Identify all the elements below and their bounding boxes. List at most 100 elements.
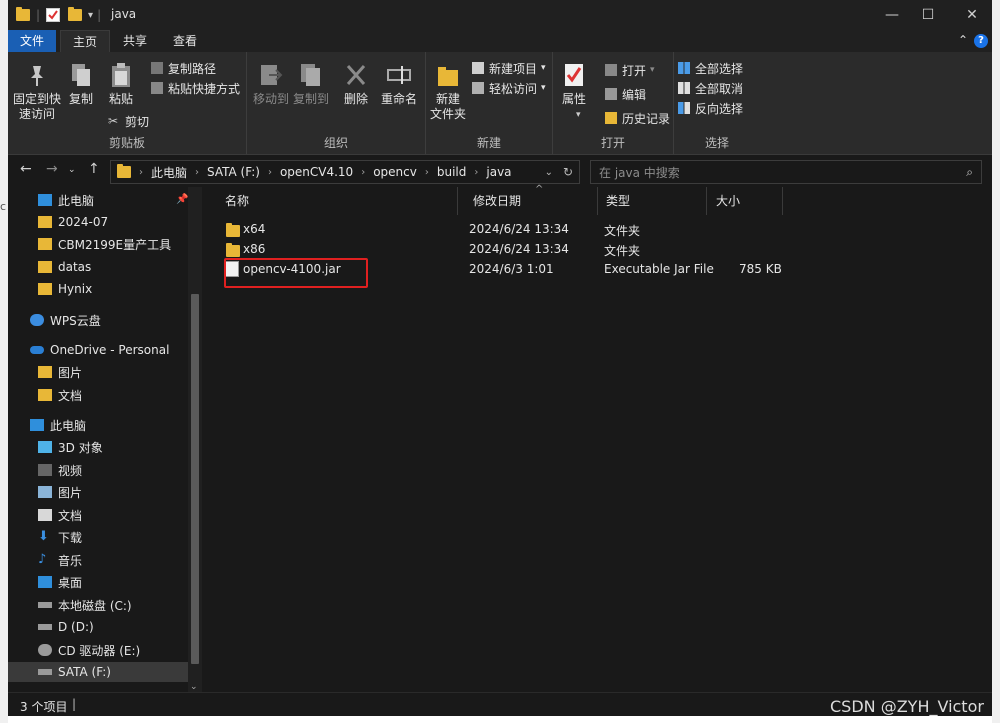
pc-icon [38, 194, 52, 206]
breadcrumb-build[interactable]: build [437, 165, 467, 179]
tab-view[interactable]: 查看 [161, 30, 209, 52]
move-to-button[interactable]: 移动到 [251, 62, 291, 107]
column-header-type[interactable]: 类型 [598, 187, 707, 215]
nav-item-2024-07[interactable]: 2024-07 [38, 212, 108, 232]
new-folder-button[interactable]: 新建 文件夹 [428, 62, 468, 122]
copy-to-icon [299, 62, 323, 88]
chevron-down-icon[interactable]: ⌄ [190, 682, 198, 692]
breadcrumb-opencv410[interactable]: openCV4.10 [280, 165, 353, 179]
scrollbar-thumb[interactable] [191, 294, 199, 664]
paste-shortcut-button[interactable]: 粘贴快捷方式 [151, 79, 240, 97]
pin-quick-access-button[interactable]: 固定到快 速访问 [12, 62, 62, 122]
delete-button[interactable]: 删除 [339, 62, 373, 107]
history-button[interactable]: 历史记录 [605, 109, 670, 127]
rename-button[interactable]: 重命名 [379, 62, 419, 107]
nav-item-music[interactable]: ♪ 音乐 [38, 550, 82, 570]
select-all-button[interactable]: 全部选择 [678, 59, 743, 77]
column-header-date[interactable]: 修改日期 [465, 187, 598, 215]
new-item-icon [472, 62, 484, 74]
open-button[interactable]: 打开 ▾ [605, 61, 655, 79]
address-bar[interactable]: › 此电脑 › SATA (F:) › openCV4.10 › opencv … [110, 160, 580, 184]
column-header-size[interactable]: 大小 [708, 187, 783, 215]
copy-button[interactable]: 复制 [64, 62, 98, 107]
new-folder-icon[interactable] [68, 7, 83, 21]
up-icon[interactable]: ↑ [88, 161, 100, 177]
document-icon [38, 509, 52, 521]
help-icon[interactable]: ? [974, 34, 988, 48]
drive-icon [38, 669, 52, 675]
file-row-x64[interactable]: x64 2024/6/24 13:34 文件夹 [221, 219, 801, 239]
copy-path-button[interactable]: 复制路径 [151, 59, 216, 77]
nav-pane-scrollbar[interactable]: ⌄ [188, 187, 202, 692]
breadcrumb-opencv[interactable]: opencv [373, 165, 417, 179]
new-item-button[interactable]: 新建项目 ▾ [472, 59, 546, 77]
nav-item-pictures[interactable]: 图片 [38, 482, 82, 502]
nav-item-wps-cloud[interactable]: WPS云盘 [30, 310, 101, 330]
easy-access-button[interactable]: 轻松访问 ▾ [472, 79, 546, 97]
nav-item-cbm2199e[interactable]: CBM2199E量产工具 [38, 234, 171, 254]
collapse-ribbon-icon[interactable]: ⌃ [958, 33, 968, 47]
move-to-label: 移动到 [252, 92, 289, 106]
watermark: CSDN @ZYH_Victor [830, 697, 984, 716]
folder-icon [226, 223, 240, 237]
nav-item-onedrive-pictures[interactable]: 图片 [38, 362, 82, 382]
tab-file[interactable]: 文件 [8, 30, 56, 52]
nav-item-this-pc[interactable]: 此电脑 [30, 415, 86, 435]
search-box[interactable]: 在 java 中搜索 ⌕ [590, 160, 982, 184]
nav-item-drive-c[interactable]: 本地磁盘 (C:) [38, 595, 132, 615]
chevron-right-icon: › [474, 166, 479, 178]
refresh-icon[interactable]: ↻ [563, 165, 573, 179]
nav-item-drive-f[interactable]: SATA (F:) [8, 662, 188, 682]
nav-item-desktop[interactable]: 桌面 [38, 572, 82, 592]
nav-item-documents[interactable]: 文档 [38, 505, 82, 525]
tab-home[interactable]: 主页 [60, 30, 111, 53]
breadcrumb-java[interactable]: java [486, 165, 511, 179]
nav-item-drive-e[interactable]: CD 驱动器 (E:) [38, 640, 140, 660]
nav-item-downloads[interactable]: ⬇ 下载 [38, 527, 82, 547]
nav-item-this-pc-quick[interactable]: 此电脑 [38, 190, 94, 210]
select-none-button[interactable]: 全部取消 [678, 79, 743, 97]
nav-item-3d-objects[interactable]: 3D 对象 [38, 437, 103, 457]
chevron-down-icon[interactable]: ▾ [88, 10, 93, 21]
copy-icon [69, 62, 93, 88]
file-size: 785 KB [739, 262, 782, 276]
copy-to-label: 复制到 [292, 92, 329, 106]
maximize-button[interactable]: ☐ [908, 3, 948, 27]
close-button[interactable]: ✕ [952, 3, 992, 27]
file-row-x86[interactable]: x86 2024/6/24 13:34 文件夹 [221, 239, 801, 259]
chevron-down-icon[interactable]: ▾ [576, 110, 581, 120]
organize-group-label: 组织 [323, 136, 348, 150]
select-all-icon [678, 62, 690, 74]
quick-access-toolbar: | ▾ | [16, 7, 101, 23]
nav-item-hynix[interactable]: Hynix [38, 279, 92, 299]
search-input[interactable]: 在 java 中搜索 [599, 164, 680, 181]
edit-button[interactable]: 编辑 [605, 85, 646, 103]
invert-selection-button[interactable]: 反向选择 [678, 99, 743, 117]
properties-button[interactable]: 属性 [559, 62, 589, 107]
breadcrumb-sata[interactable]: SATA (F:) [207, 165, 260, 179]
nav-item-onedrive-documents[interactable]: 文档 [38, 385, 82, 405]
nav-item-datas[interactable]: datas [38, 257, 91, 277]
chevron-down-icon[interactable]: ⌄ [545, 167, 553, 178]
column-header-name[interactable]: 名称 [217, 187, 458, 215]
nav-item-videos[interactable]: 视频 [38, 460, 82, 480]
tab-share[interactable]: 共享 [111, 30, 159, 52]
minimize-button[interactable]: — [872, 3, 912, 27]
rename-label: 重命名 [380, 92, 417, 106]
invert-selection-icon [678, 102, 690, 114]
chevron-right-icon: › [139, 166, 143, 178]
nav-item-onedrive[interactable]: OneDrive - Personal [30, 340, 169, 360]
pin-icon[interactable]: 📌 [176, 194, 188, 205]
breadcrumb-this-pc[interactable]: 此电脑 [151, 164, 187, 181]
cloud-icon [30, 314, 44, 326]
nav-item-drive-d[interactable]: D (D:) [38, 617, 94, 637]
back-icon[interactable]: ← [20, 161, 32, 177]
properties-check-icon[interactable] [46, 8, 61, 22]
chevron-down-icon[interactable]: ⌄ [68, 165, 76, 175]
title-bar: | ▾ | java — ☐ ✕ [8, 0, 992, 30]
copy-to-button[interactable]: 复制到 [291, 62, 331, 107]
search-icon[interactable]: ⌕ [966, 165, 973, 180]
cut-button[interactable]: ✂ 剪切 [108, 112, 149, 130]
paste-button[interactable]: 粘贴 [104, 62, 138, 107]
forward-icon[interactable]: → [46, 161, 58, 177]
